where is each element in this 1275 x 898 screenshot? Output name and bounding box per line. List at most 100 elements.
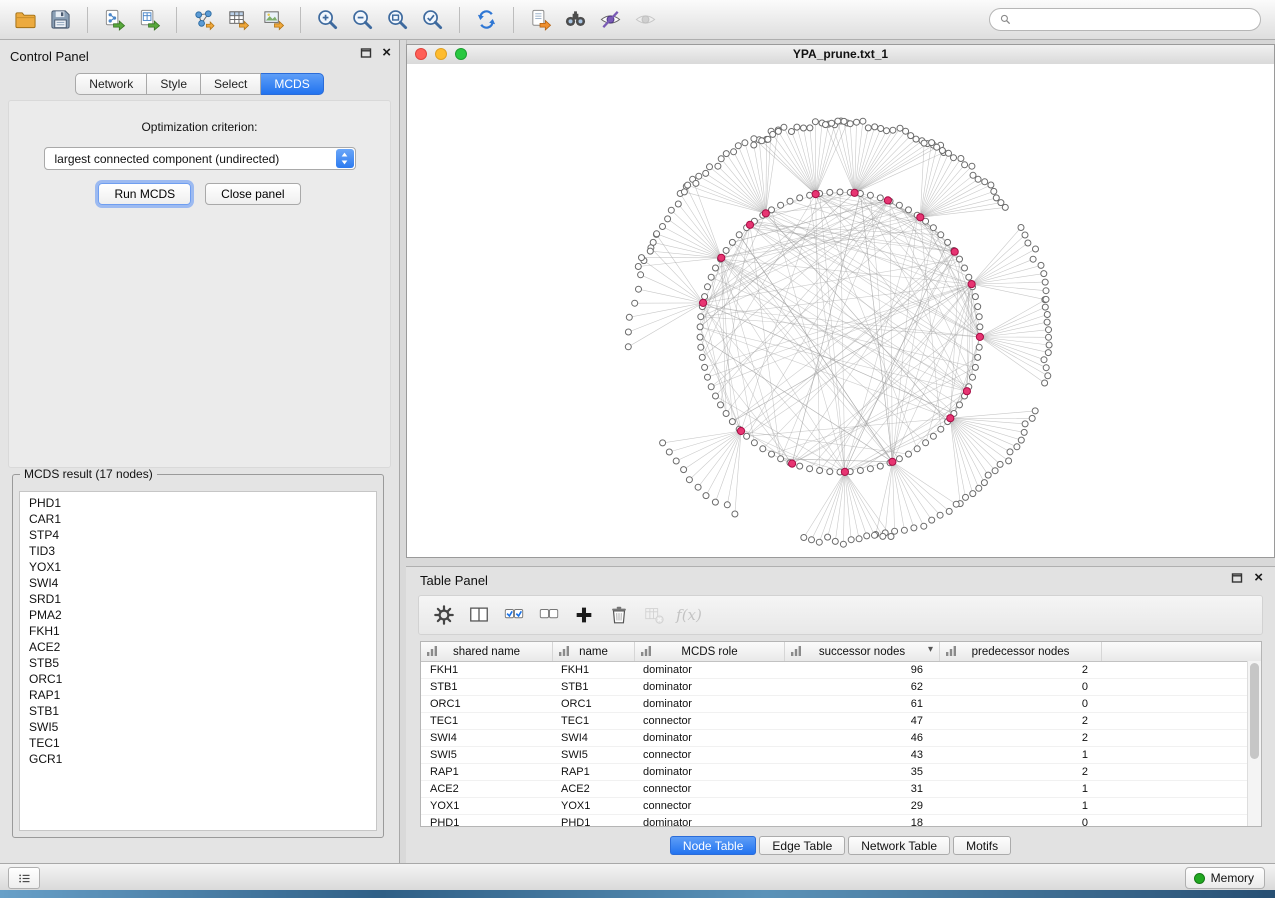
status-bar: Memory [0,863,1275,890]
zoom-selected-icon[interactable] [417,5,448,35]
mcds-result-item[interactable]: YOX1 [20,559,376,575]
apply-layout-icon[interactable] [471,5,502,35]
scrollbar-thumb[interactable] [1250,663,1259,759]
mcds-result-item[interactable]: ACE2 [20,639,376,655]
table-cell: dominator [635,764,785,780]
find-icon[interactable] [560,5,591,35]
mcds-result-item[interactable]: PHD1 [20,495,376,511]
tab-network[interactable]: Network [75,73,147,95]
run-mcds-button[interactable]: Run MCDS [98,183,191,205]
mcds-result-item[interactable]: RAP1 [20,687,376,703]
export-image-icon[interactable] [258,5,289,35]
control-panel-tabs: Network Style Select MCDS [0,73,399,95]
zoom-out-icon[interactable] [347,5,378,35]
search-box[interactable] [989,8,1261,31]
export-document-icon[interactable] [525,5,556,35]
optimization-criterion-select[interactable]: largest connected component (undirected) [44,147,356,170]
import-table-from-file-icon[interactable] [134,5,165,35]
mcds-result-item[interactable]: GCR1 [20,751,376,767]
table-row[interactable]: SWI5SWI5connector431 [421,747,1261,764]
toolbar-separator [513,7,514,33]
tab-style[interactable]: Style [147,73,201,95]
mcds-result-item[interactable]: FKH1 [20,623,376,639]
table-row[interactable]: FKH1FKH1dominator962 [421,662,1261,679]
column-header-successor-nodes[interactable]: successor nodes ▾ [785,642,940,661]
mcds-result-item[interactable]: SWI4 [20,575,376,591]
close-panel-icon[interactable]: × [382,47,391,59]
network-graph[interactable] [407,64,1274,557]
table-cell: 35 [785,764,940,780]
table-row[interactable]: SWI4SWI4dominator462 [421,730,1261,747]
memory-button[interactable]: Memory [1185,867,1265,889]
network-canvas[interactable] [407,64,1274,557]
attribute-icon [426,645,438,657]
zoom-out-glyph [351,8,374,31]
export-table-icon[interactable] [223,5,254,35]
mcds-result-item[interactable]: ORC1 [20,671,376,687]
tab-motifs[interactable]: Motifs [953,836,1011,855]
mcds-result-item[interactable]: SWI5 [20,719,376,735]
close-window-icon[interactable] [415,48,427,60]
column-header-shared-name[interactable]: shared name [421,642,553,661]
float-table-panel-icon[interactable] [1231,572,1243,584]
table-scrollbar[interactable] [1247,661,1261,826]
search-input[interactable] [1018,12,1251,28]
delete-column-icon[interactable] [604,601,634,629]
mcds-result-item[interactable]: TEC1 [20,735,376,751]
column-header-predecessor-nodes[interactable]: predecessor nodes [940,642,1102,661]
optimization-criterion-label: Optimization criterion: [9,120,390,134]
select-all-rows-icon[interactable] [499,601,529,629]
import-network-from-file-icon[interactable] [99,5,130,35]
close-panel-button[interactable]: Close panel [205,183,300,205]
table-row[interactable]: YOX1YOX1connector291 [421,798,1261,815]
tab-node-table[interactable]: Node Table [670,836,757,855]
mcds-result-item[interactable]: STP4 [20,527,376,543]
mcds-result-item[interactable]: SRD1 [20,591,376,607]
refresh-glyph [475,8,498,31]
close-table-panel-icon[interactable]: × [1254,572,1263,584]
add-column-icon[interactable] [569,601,599,629]
mcds-result-item[interactable]: PMA2 [20,607,376,623]
table-cell: 0 [940,815,1102,827]
table-row[interactable]: TEC1TEC1connector472 [421,713,1261,730]
mcds-result-list[interactable]: PHD1CAR1STP4TID3YOX1SWI4SRD1PMA2FKH1ACE2… [19,491,377,831]
zoom-in-icon[interactable] [312,5,343,35]
tab-edge-table[interactable]: Edge Table [759,836,845,855]
table-row[interactable]: PHD1PHD1dominator180 [421,815,1261,827]
table-row[interactable]: ORC1ORC1dominator610 [421,696,1261,713]
table-cell: YOX1 [553,798,635,814]
show-columns-icon[interactable] [464,601,494,629]
table-cell: 2 [940,730,1102,746]
mcds-result-item[interactable]: STB1 [20,703,376,719]
maximize-window-icon[interactable] [455,48,467,60]
check-off-glyph [538,604,560,626]
gear-glyph [433,604,455,626]
open-session-icon[interactable] [10,5,41,35]
minimize-window-icon[interactable] [435,48,447,60]
table-panel: Table Panel × f(x) shared name name MCDS [406,566,1275,863]
columns-glyph [468,604,490,626]
save-session-icon[interactable] [45,5,76,35]
float-panel-icon[interactable] [360,47,372,59]
tab-network-table[interactable]: Network Table [848,836,950,855]
deselect-all-rows-icon[interactable] [534,601,564,629]
column-header-mcds-role[interactable]: MCDS role [635,642,785,661]
mcds-result-item[interactable]: STB5 [20,655,376,671]
table-row[interactable]: STB1STB1dominator620 [421,679,1261,696]
network-window-titlebar[interactable]: YPA_prune.txt_1 [407,45,1274,65]
mcds-result-item[interactable]: TID3 [20,543,376,559]
column-header-name[interactable]: name [553,642,635,661]
horizontal-splitter[interactable] [406,558,1275,566]
new-network-icon[interactable] [188,5,219,35]
tab-select[interactable]: Select [201,73,261,95]
table-row[interactable]: RAP1RAP1dominator352 [421,764,1261,781]
table-cell: 43 [785,747,940,763]
zoom-fit-icon[interactable] [382,5,413,35]
tab-mcds[interactable]: MCDS [261,73,323,95]
show-panels-button[interactable] [8,867,40,889]
table-cell: ORC1 [553,696,635,712]
table-row[interactable]: ACE2ACE2connector311 [421,781,1261,798]
mcds-result-item[interactable]: CAR1 [20,511,376,527]
hide-selected-icon[interactable] [595,5,626,35]
table-settings-icon[interactable] [429,601,459,629]
